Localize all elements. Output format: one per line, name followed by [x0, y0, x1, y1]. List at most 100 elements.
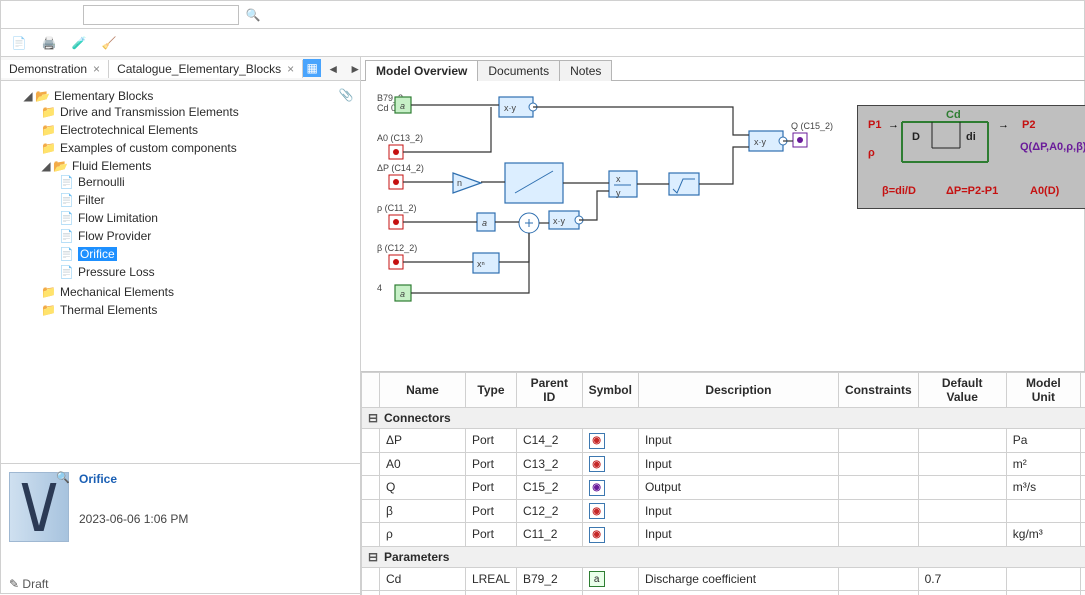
cell-default: 4: [918, 591, 1006, 595]
cell-name: ΔP: [380, 429, 466, 453]
col-default[interactable]: Default Value: [918, 373, 1006, 408]
tree-leaf[interactable]: Pressure Loss: [78, 265, 155, 279]
search-input[interactable]: [83, 5, 239, 25]
filter-icon[interactable]: 🧪: [69, 33, 89, 53]
svg-text:P1: P1: [868, 119, 881, 131]
nav-left-icon[interactable]: ◄: [323, 59, 343, 79]
toolbar-row-2: 📄 🖨️ 🧪 🧹: [1, 29, 1084, 57]
cell-desc: Input: [638, 429, 838, 453]
tree-root[interactable]: Elementary Blocks: [54, 89, 153, 103]
svg-text:x·y: x·y: [504, 103, 516, 113]
diagram-canvas[interactable]: B79_2 Cd 0.7 A0 (C13_2) ΔP (C14_2) ρ (C1…: [361, 81, 1085, 371]
cell-type: Port: [465, 452, 516, 476]
preview-name: Orifice: [79, 472, 188, 486]
table-row[interactable]: CdLREALB79_2aDischarge coefficient0.7: [362, 567, 1085, 591]
cell-type: LREAL: [465, 591, 516, 595]
tree-leaf[interactable]: Filter: [78, 193, 105, 207]
table-row[interactable]: ΔPPortC14_2◉Input Pa: [362, 429, 1085, 453]
cell-default: [918, 429, 1006, 453]
doc-tab-catalogue[interactable]: Catalogue_Elementary_Blocks ×: [109, 60, 303, 78]
col-desc[interactable]: Description: [638, 373, 838, 408]
collapse-icon[interactable]: ◢: [41, 159, 51, 173]
cell-symbol: ◉: [582, 499, 638, 523]
search-icon[interactable]: 🔍: [243, 5, 263, 25]
cell-constraints: [838, 452, 918, 476]
cell-unit: m²: [1006, 452, 1080, 476]
cell-constraints: [838, 429, 918, 453]
svg-text:→: →: [998, 119, 1009, 131]
cell-name: Cd: [380, 567, 466, 591]
close-icon[interactable]: ×: [287, 62, 294, 76]
right-column: Model Overview Documents Notes B79_2 Cd …: [361, 57, 1085, 595]
tree-leaf[interactable]: Flow Limitation: [78, 211, 158, 225]
table-row[interactable]: Current ValueLREALB62_2aFixed Constant4: [362, 591, 1085, 595]
print-icon[interactable]: 🖨️: [39, 33, 59, 53]
table-row[interactable]: ρPortC11_2◉Inputkg/m³: [362, 523, 1085, 547]
col-parent[interactable]: Parent ID: [517, 373, 583, 408]
collapse-icon[interactable]: ⊟: [368, 411, 378, 425]
table-row[interactable]: QPortC15_2◉Outputm³/s: [362, 476, 1085, 500]
svg-text:β=di/D: β=di/D: [882, 185, 916, 197]
tree-item[interactable]: Mechanical Elements: [60, 285, 174, 299]
cell-desc: Fixed Constant: [638, 591, 838, 595]
preview-thumbnail[interactable]: 🔍: [9, 472, 69, 542]
cell-unit: [1006, 499, 1080, 523]
component-icon: 📄: [59, 247, 74, 261]
tab-notes[interactable]: Notes: [559, 60, 612, 81]
cell-name: Current Value: [380, 591, 466, 595]
doc-tab-demonstration[interactable]: Demonstration ×: [1, 60, 109, 78]
close-icon[interactable]: ×: [93, 62, 100, 76]
col-name[interactable]: Name: [380, 373, 466, 408]
table-row[interactable]: βPortC12_2◉Input: [362, 499, 1085, 523]
grid-icon[interactable]: ▦: [303, 59, 321, 77]
tree-item[interactable]: Thermal Elements: [60, 303, 157, 317]
svg-text:di: di: [966, 131, 976, 143]
col-unit[interactable]: Model Unit: [1006, 373, 1080, 408]
tree-item-fluid[interactable]: Fluid Elements: [72, 159, 151, 173]
svg-text:ρ: ρ: [868, 147, 875, 159]
table-group-row[interactable]: ⊟Connectors: [362, 408, 1085, 429]
port-out-icon: ◉: [589, 480, 605, 496]
new-icon[interactable]: 📄: [9, 33, 29, 53]
collapse-icon[interactable]: ⊟: [368, 550, 378, 564]
table-row[interactable]: A0PortC13_2◉Inputm²: [362, 452, 1085, 476]
folder-icon: 📁: [41, 303, 56, 317]
nav-right-icon[interactable]: ►: [345, 59, 365, 79]
svg-text:x: x: [616, 174, 621, 184]
cell-constraints: [838, 567, 918, 591]
tab-model-overview[interactable]: Model Overview: [365, 60, 478, 81]
cell-desc: Output: [638, 476, 838, 500]
col-constraints[interactable]: Constraints: [838, 373, 918, 408]
table-group-row[interactable]: ⊟Parameters: [362, 546, 1085, 567]
pin-icon[interactable]: 📎: [336, 85, 356, 105]
cell-default: [918, 499, 1006, 523]
cell-desc: Input: [638, 452, 838, 476]
tree-item[interactable]: Electrotechnical Elements: [60, 123, 198, 137]
cell-type: Port: [465, 499, 516, 523]
properties-table[interactable]: Name Type Parent ID Symbol Description C…: [361, 372, 1085, 595]
folder-icon: 📁: [41, 141, 56, 155]
col-symbol[interactable]: Symbol: [582, 373, 638, 408]
svg-text:x·y: x·y: [754, 137, 766, 147]
collapse-icon[interactable]: ◢: [23, 89, 33, 103]
tab-documents[interactable]: Documents: [477, 60, 560, 81]
cell-symbol: a: [582, 567, 638, 591]
tree-leaf[interactable]: Flow Provider: [78, 229, 151, 243]
port-in-icon: ◉: [589, 503, 605, 519]
cell-unit: Pa: [1006, 429, 1080, 453]
folder-icon: 📁: [41, 105, 56, 119]
cell-name: ρ: [380, 523, 466, 547]
cell-parent: C14_2: [517, 429, 583, 453]
table-header-row: Name Type Parent ID Symbol Description C…: [362, 373, 1085, 408]
edit-icon[interactable]: ✎: [9, 577, 19, 591]
tree-leaf[interactable]: Bernoulli: [78, 175, 125, 189]
cell-symbol: ◉: [582, 429, 638, 453]
cell-type: Port: [465, 429, 516, 453]
zoom-icon[interactable]: 🔍: [56, 471, 70, 484]
tree-item[interactable]: Examples of custom components: [60, 141, 237, 155]
col-type[interactable]: Type: [465, 373, 516, 408]
svg-text:y: y: [616, 188, 621, 198]
tree-leaf-selected[interactable]: Orifice: [78, 247, 117, 261]
tree-item[interactable]: Drive and Transmission Elements: [60, 105, 239, 119]
clear-icon[interactable]: 🧹: [99, 33, 119, 53]
